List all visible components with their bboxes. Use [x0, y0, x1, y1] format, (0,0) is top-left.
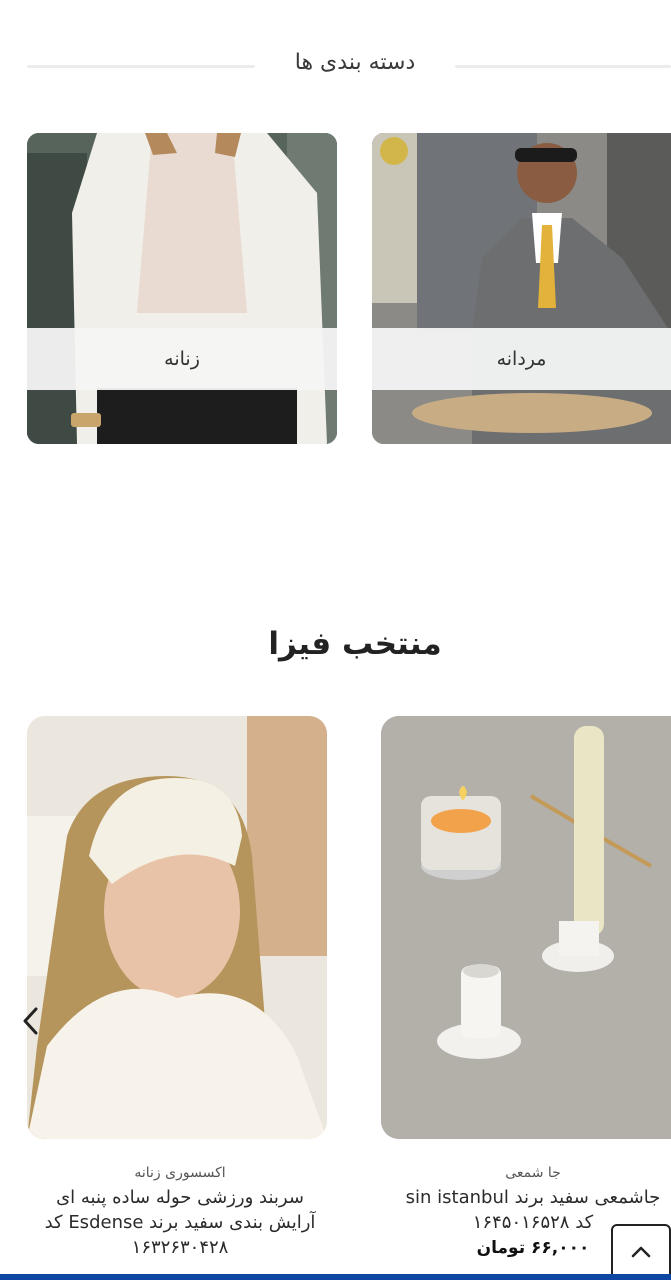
divider-right	[455, 65, 671, 68]
categories-title: دسته بندی ها	[294, 50, 416, 75]
category-card-men[interactable]: مردانه	[372, 133, 671, 444]
women-photo	[27, 133, 337, 444]
product-category: جا شمعی	[505, 1165, 561, 1181]
product-name[interactable]: سربند ورزشی حوله ساده پنبه ای آرایش بندی…	[40, 1185, 320, 1260]
candle-photo	[381, 716, 671, 1139]
headband-photo	[27, 716, 327, 1139]
category-label-men: مردانه	[372, 328, 671, 390]
chevron-left-icon	[23, 1007, 38, 1035]
bottom-nav-bar	[0, 1274, 671, 1280]
scroll-top-button[interactable]	[611, 1224, 671, 1280]
product-card-headband[interactable]: اکسسوری زنانه سربند ورزشی حوله ساده پنبه…	[40, 1165, 320, 1263]
men-photo	[372, 133, 671, 444]
chevron-up-icon	[631, 1246, 651, 1258]
categories-header: دسته بندی ها	[27, 50, 671, 84]
product-image-headband[interactable]	[27, 716, 327, 1139]
category-card-women[interactable]: زنانه	[27, 133, 337, 444]
featured-title: منتخب فیزا	[268, 626, 442, 662]
divider-left	[27, 65, 255, 68]
product-image-candle-holder[interactable]	[381, 716, 671, 1139]
category-label-women: زنانه	[27, 328, 337, 390]
product-category: اکسسوری زنانه	[134, 1165, 226, 1181]
carousel-prev-button[interactable]	[18, 1004, 44, 1038]
